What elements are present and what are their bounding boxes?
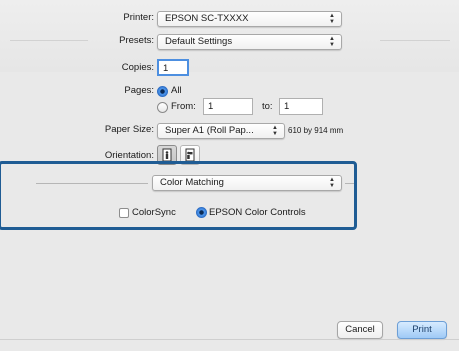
presets-label: Presets:	[119, 35, 154, 46]
paper-size-label: Paper Size:	[104, 124, 154, 135]
bottom-divider	[0, 339, 459, 340]
presets-select[interactable]: Default Settings ▲ ▼	[157, 34, 342, 50]
pages-from-input[interactable]: 1	[203, 98, 253, 115]
pages-all-label: All	[171, 85, 182, 96]
copies-label: Copies:	[121, 62, 154, 73]
pages-to-label: to:	[262, 101, 273, 112]
pages-from-label: From:	[171, 101, 196, 112]
print-button[interactable]: Print	[397, 321, 447, 339]
updown-arrows-icon: ▲ ▼	[329, 13, 335, 25]
paper-size-select[interactable]: Super A1 (Roll Pap... ▲ ▼	[157, 123, 285, 139]
paper-dimensions: 610 by 914 mm	[288, 126, 344, 135]
pages-to-input[interactable]: 1	[279, 98, 323, 115]
pages-all-radio[interactable]	[157, 86, 168, 97]
presets-value: Default Settings	[165, 36, 233, 47]
pages-label: Pages:	[124, 85, 154, 96]
updown-arrows-icon: ▲ ▼	[272, 125, 278, 137]
cancel-button[interactable]: Cancel	[337, 321, 383, 339]
printer-label: Printer:	[123, 12, 154, 23]
callout-highlight-box	[0, 161, 357, 230]
printer-value: EPSON SC-TXXXX	[165, 13, 249, 24]
pages-range-radio[interactable]	[157, 102, 168, 113]
paper-size-value: Super A1 (Roll Pap...	[165, 125, 254, 136]
copies-input[interactable]: 1	[157, 59, 189, 76]
printer-select[interactable]: EPSON SC-TXXXX ▲ ▼	[157, 11, 342, 27]
updown-arrows-icon: ▲ ▼	[329, 36, 335, 48]
background-divider	[10, 40, 88, 41]
background-divider	[380, 40, 450, 41]
